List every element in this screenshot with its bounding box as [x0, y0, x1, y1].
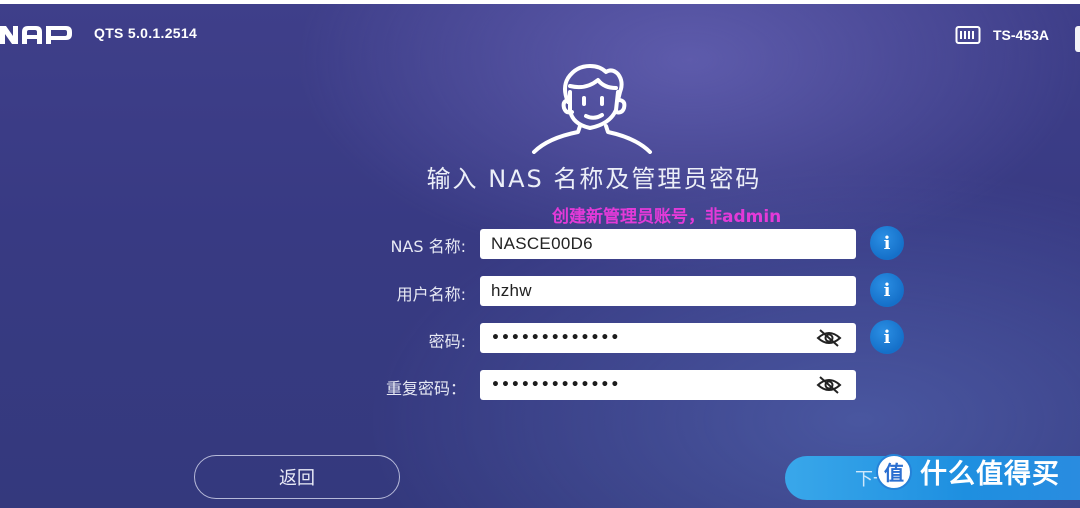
password-value: ••••••••••••• — [491, 330, 621, 346]
nas-device-icon — [955, 24, 981, 46]
confirm-password-input[interactable]: ••••••••••••• — [480, 370, 856, 400]
eye-hidden-icon[interactable] — [816, 375, 842, 395]
username-value: hzhw — [491, 281, 532, 300]
username-label: 用户名称: — [396, 285, 466, 304]
password-input[interactable]: ••••••••••••• — [480, 323, 856, 353]
annotation-note: 创建新管理员账号，非admin — [552, 207, 782, 227]
nas-name-input[interactable]: NASCE00D6 — [480, 229, 856, 259]
device-model-indicator: TS-453A — [955, 24, 1049, 46]
watermark-text: 什么值得买 — [920, 459, 1060, 490]
device-model-name: TS-453A — [993, 27, 1050, 43]
watermark: 值 什么值得买 — [876, 452, 1060, 491]
qnap-logo — [0, 24, 80, 46]
password-info-icon[interactable]: i — [870, 320, 904, 354]
confirm-password-value: ••••••••••••• — [491, 377, 621, 393]
eye-hidden-icon[interactable] — [816, 328, 842, 348]
username-input[interactable]: hzhw — [480, 276, 856, 306]
firmware-version: QTS 5.0.1.2514 — [94, 25, 198, 41]
user-avatar-icon — [528, 58, 656, 154]
nas-name-label: NAS 名称: — [390, 237, 466, 256]
nas-name-value: NASCE00D6 — [491, 234, 593, 253]
username-info-icon[interactable]: i — [870, 273, 904, 307]
confirm-password-label: 重复密码： — [385, 379, 466, 398]
back-button[interactable]: 返回 — [194, 455, 400, 499]
watermark-badge: 值 — [876, 453, 912, 490]
side-panel-tab[interactable] — [1075, 26, 1080, 52]
password-label: 密码: — [428, 332, 466, 351]
nas-name-info-icon[interactable]: i — [870, 226, 904, 260]
top-edge-strip — [0, 0, 1080, 4]
page-title: 输入 NAS 名称及管理员密码 — [426, 165, 762, 193]
